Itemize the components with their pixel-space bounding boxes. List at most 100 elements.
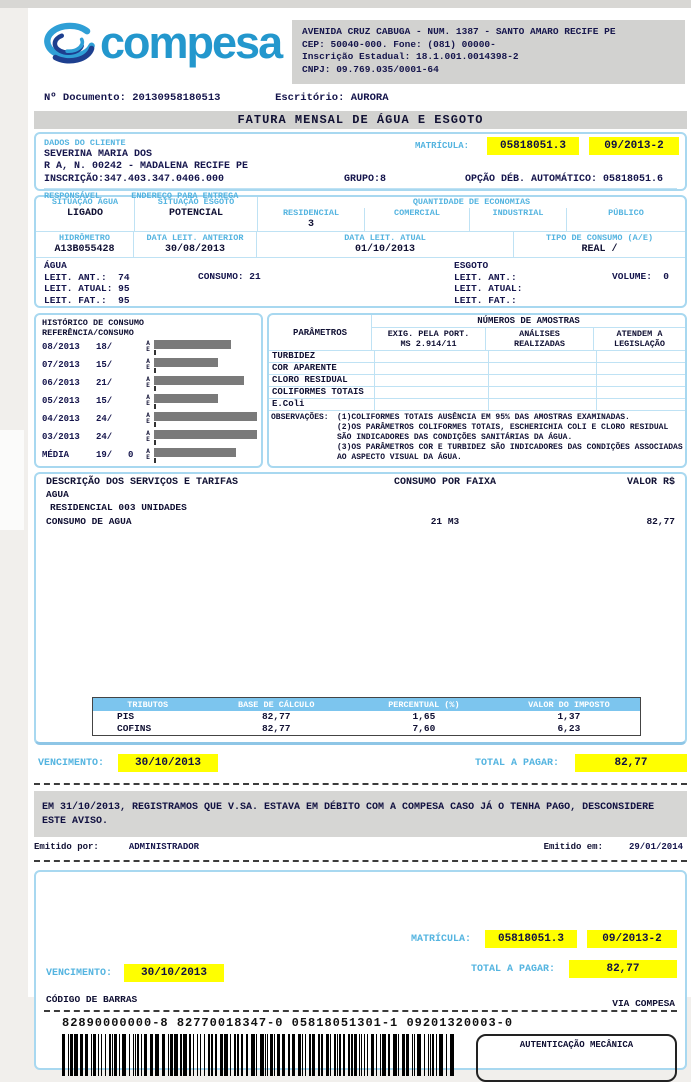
atendem-header: ATENDEM A LEGISLAÇÃO [613,329,665,349]
client-box: DADOS DO CLIENTE SEVERINA MARIA DOS R A,… [34,132,687,201]
tributo-row: PIS 82,77 1,65 1,37 [117,711,581,722]
situacao-agua-cell: SITUAÇÃO ÁGUA LIGADO [36,197,135,231]
servicos-desc-header: DESCRIÇÃO DOS SERVIÇOS E TARIFAS [46,477,239,488]
economias-industrial: INDUSTRIAL [469,208,566,231]
autenticacao-box: AUTENTICAÇÃO MECÂNICA [476,1034,677,1082]
stub-vencimento: VENCIMENTO: 30/10/2013 [46,964,225,982]
emitido-em-value: 29/01/2014 [628,842,683,852]
historico-row: 07/2013 15/ AE [42,356,257,374]
historico-row: 05/2013 15/ AE [42,392,257,410]
historico-row: 08/2013 18/ AE [42,338,257,356]
economias-comercial: COMERCIAL [364,208,469,231]
emissao-row: Emitido por: ADMINISTRADOR Emitido em: 2… [34,842,687,852]
historico-row: 03/2013 24/ AE [42,428,257,446]
tributos-table-wrap: TRIBUTOS BASE DE CÁLCULO PERCENTUAL (%) … [36,697,685,742]
observacao-line: (1)COLIFORMES TOTAIS AUSÊNCIA EM 95% DAS… [337,413,630,422]
address-line: AVENIDA CRUZ CABUGA - NUM. 1387 - SANTO … [302,26,616,37]
historico-row: 04/2013 24/ AE [42,410,257,428]
responsavel-label: RESPONSÁVEL [44,191,101,201]
hidrometro-cell: HIDRÔMETRO A13B055428 [36,232,134,257]
economias-residencial: RESIDENCIAL 3 [282,208,340,230]
servicos-faixa-header: CONSUMO POR FAIXA [393,477,497,488]
barcode-number: 82890000000-8 82770018347-0 05818051301-… [62,1016,514,1030]
analises-header: ANÁLISES REALIZADAS [486,328,594,350]
observacoes: OBSERVAÇÕES: (1)COLIFORMES TOTAIS AUSÊNC… [271,413,683,462]
historico-row: 06/2013 21/ AE [42,374,257,392]
stub-matricula-label: MATRÍCULA: [410,933,471,945]
situacao-esgoto-cell: SITUAÇÃO ESGOTO POTENCIAL [135,197,258,231]
office-value: AURORA [350,92,389,104]
matricula-label: MATRÍCULA: [414,141,469,151]
parametro-row: TURBIDEZ [269,351,685,363]
payment-stub: MATRÍCULA: 05818051.3 09/2013-2 VENCIMEN… [34,870,687,1082]
servicos-grupo: AGUA [46,489,69,500]
aviso-debito: EM 31/10/2013, REGISTRAMOS QUE V.SA. EST… [34,791,687,837]
parametros-box: PARÂMETROS NÚMEROS DE AMOSTRAS EXIG. PEL… [267,313,687,468]
historico-subtitle: REFERÊNCIA/CONSUMO [42,328,134,338]
doc-number-label: Nº Documento: [44,92,126,104]
stub-total: TOTAL A PAGAR: 82,77 [471,960,677,978]
historico-consumo-box: HISTÓRICO DE CONSUMO REFERÊNCIA/CONSUMO … [34,313,263,468]
tipo-consumo-cell: TIPO DE CONSUMO (A/E) REAL / [545,233,654,255]
address-line: CEP: 50040-000. Fone: (081) 00000- [302,38,496,50]
client-street: R A, N. 00242 - MADALENA RECIFE PE [44,161,249,172]
dashed-separator [34,860,687,862]
servicos-valor-header: VALOR R$ [626,477,675,488]
leituras-agua: ÁGUA LEIT. ANT.: 74 LEIT. ATUAL: 95 LEIT… [44,260,130,306]
vencimento-label: VENCIMENTO: [38,757,105,769]
emitido-em-label: Emitido em: [543,842,603,852]
tributos-table: TRIBUTOS BASE DE CÁLCULO PERCENTUAL (%) … [92,697,641,736]
logo-wordmark: compesa [100,17,283,68]
stub-matricula-value: 05818051.3 [485,930,577,948]
stub-matricula-row: MATRÍCULA: 05818051.3 09/2013-2 [411,930,677,948]
servicos-residencial: RESIDENCIAL 003 UNIDADES [50,502,187,513]
parametro-row: E.Coli [269,399,685,411]
leituras-row: ÁGUA LEIT. ANT.: 74 LEIT. ATUAL: 95 LEIT… [42,260,681,306]
vencimento-value: 30/10/2013 [118,754,219,772]
matricula-value: 05818051.3 [487,137,579,155]
exigido-header: EXIG. PELA PORT. MS 2.914/11 [372,328,486,350]
client-inscricao: INSCRIÇÃO:347.403.347.0406.000 [44,174,225,185]
via-compesa-label: VIA COMPESA [612,998,675,1009]
situacao-table: SITUAÇÃO ÁGUA LIGADO SITUAÇÃO ESGOTO POT… [34,195,687,308]
observacao-line: (2)OS PARÂMETROS COLIFORMES TOTAIS, ESCH… [337,423,669,442]
stub-total-value: 82,77 [569,960,677,978]
header: compesa AVENIDA CRUZ CABUGA - NUM. 1387 … [28,8,691,86]
address-line: Inscrição Estadual: 18.1.001.0014398-2 [302,51,519,62]
volume-esgoto: VOLUME: 0 [612,271,670,282]
parametros-header: PARÂMETROS [269,315,372,350]
consumo-bar [154,394,219,403]
vencimento-row: VENCIMENTO: 30/10/2013 TOTAL A PAGAR: 82… [34,751,687,775]
consumo-agua: CONSUMO: 21 [198,271,261,282]
compesa-logo: compesa [40,20,288,66]
compesa-logo-icon [44,22,95,64]
economias-publico: PÚBLICO [566,208,685,231]
consumo-bar [154,430,257,439]
company-address-block: AVENIDA CRUZ CABUGA - NUM. 1387 - SANTO … [292,20,685,84]
situacao-esgoto-value: POTENCIAL [168,208,223,219]
stub-vencimento-value: 30/10/2013 [124,964,225,982]
consumo-bar [154,448,236,457]
client-debito-automatico: OPÇÃO DÉB. AUTOMÁTICO: 05818051.6 [464,174,663,185]
historico-row-media: MÉDIA 19/ 0 AE [42,446,257,464]
tributos-header-row: TRIBUTOS BASE DE CÁLCULO PERCENTUAL (%) … [93,698,640,711]
stub-referencia-value: 09/2013-2 [587,930,677,948]
situacao-agua-value: LIGADO [66,208,103,219]
leituras-esgoto: ESGOTO LEIT. ANT.: LEIT. ATUAL: LEIT. FA… [454,260,523,306]
address-line: CNPJ: 09.769.035/0001-64 [302,63,439,75]
parametro-row: COR APARENTE [269,363,685,375]
economias-cell: QUANTIDADE DE ECONOMIAS RESIDENCIAL 3 CO… [258,197,685,231]
consumo-bar [154,376,245,385]
dashed-separator [34,783,687,785]
entrega-label: ENDEREÇO PARA ENTREGA [131,191,239,201]
emitido-por-value: ADMINISTRADOR [128,842,200,852]
page-left-tab [0,430,24,530]
consumo-bar [154,358,219,367]
document-number-line: Nº Documento: 20130958180513 Escritório:… [28,86,691,108]
consumo-bar [154,340,232,349]
matricula-row: MATRÍCULA: 05818051.3 09/2013-2 [415,137,679,155]
parametro-row: COLIFORMES TOTAIS [269,387,685,399]
office-label: Escritório: [275,92,345,104]
client-grupo: GRUPO:8 [344,174,387,185]
consumo-bar [154,412,257,421]
